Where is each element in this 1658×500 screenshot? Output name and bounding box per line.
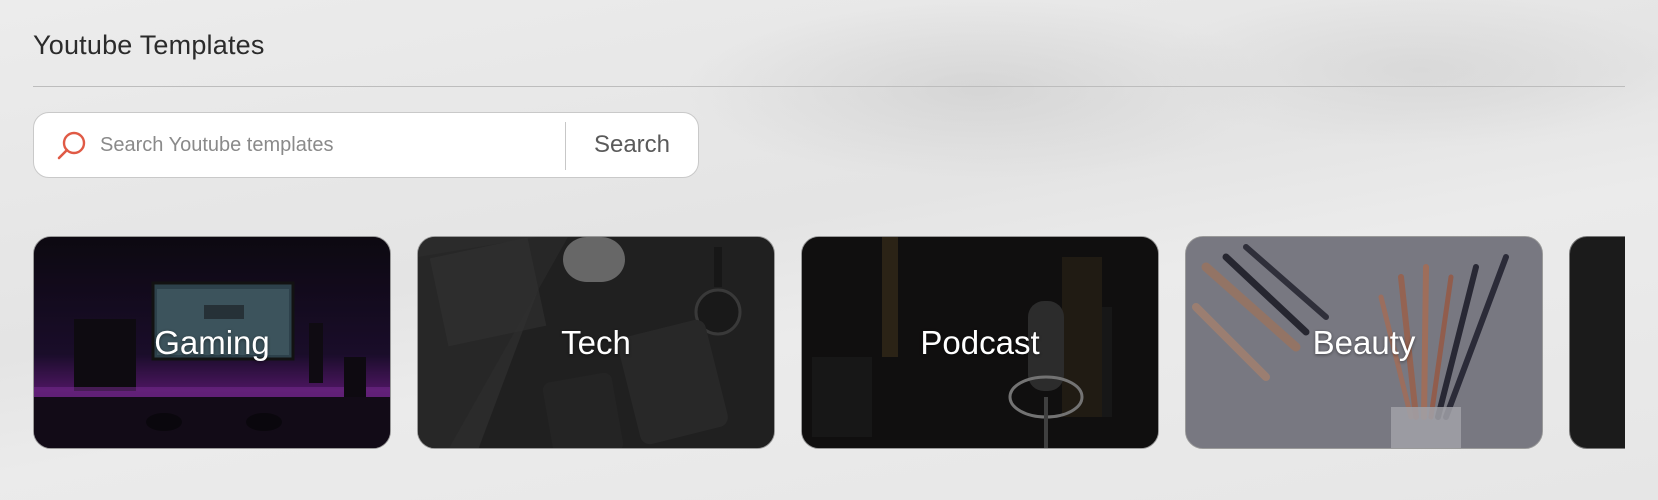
search-button[interactable]: Search [566, 113, 698, 177]
title-divider [33, 86, 1625, 87]
search-icon [54, 129, 88, 163]
search-input[interactable] [98, 123, 592, 167]
category-label: Podcast [920, 323, 1040, 361]
category-cards-row: Gaming Tech Podcast Beauty [33, 236, 1625, 450]
category-card-partial[interactable] [1569, 236, 1625, 449]
category-label: Gaming [154, 323, 270, 361]
category-label: Tech [561, 323, 631, 361]
category-card-gaming[interactable]: Gaming [33, 236, 391, 449]
category-card-tech[interactable]: Tech [417, 236, 775, 449]
search-bar: Search [33, 112, 699, 178]
category-label: Beauty [1312, 323, 1416, 361]
category-card-beauty[interactable]: Beauty [1185, 236, 1543, 449]
page-title: Youtube Templates [33, 30, 265, 60]
category-card-podcast[interactable]: Podcast [801, 236, 1159, 449]
